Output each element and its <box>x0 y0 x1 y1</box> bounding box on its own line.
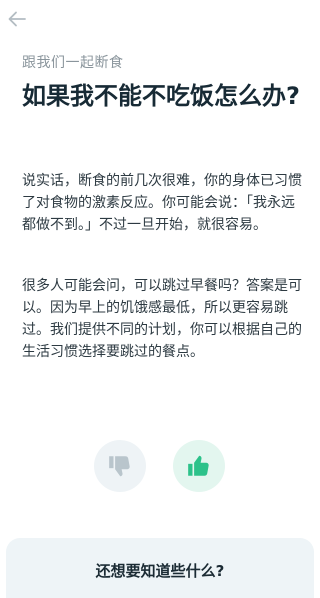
more-info-card[interactable]: 还想要知道些什么? <box>6 538 314 598</box>
like-button[interactable] <box>173 440 225 492</box>
thumbs-up-icon <box>188 455 209 476</box>
arrow-left-icon <box>8 11 26 27</box>
article-paragraph: 很多人可能会问，可以跳过早餐吗？答案是可以。因为早上的饥饿感最低，所以更容易跳过… <box>22 278 302 360</box>
more-info-title: 还想要知道些什么? <box>95 562 225 580</box>
thumbs-down-icon <box>109 456 130 477</box>
article-paragraph: 说实话，断食的前几次很难，你的身体已习惯了对食物的激素反应。你可能会说：「我永远… <box>22 173 302 233</box>
article-category: 跟我们一起断食 <box>22 55 124 71</box>
back-button[interactable] <box>6 8 28 30</box>
article-title: 如果我不能不吃饭怎么办? <box>22 82 300 110</box>
dislike-button[interactable] <box>94 440 146 492</box>
